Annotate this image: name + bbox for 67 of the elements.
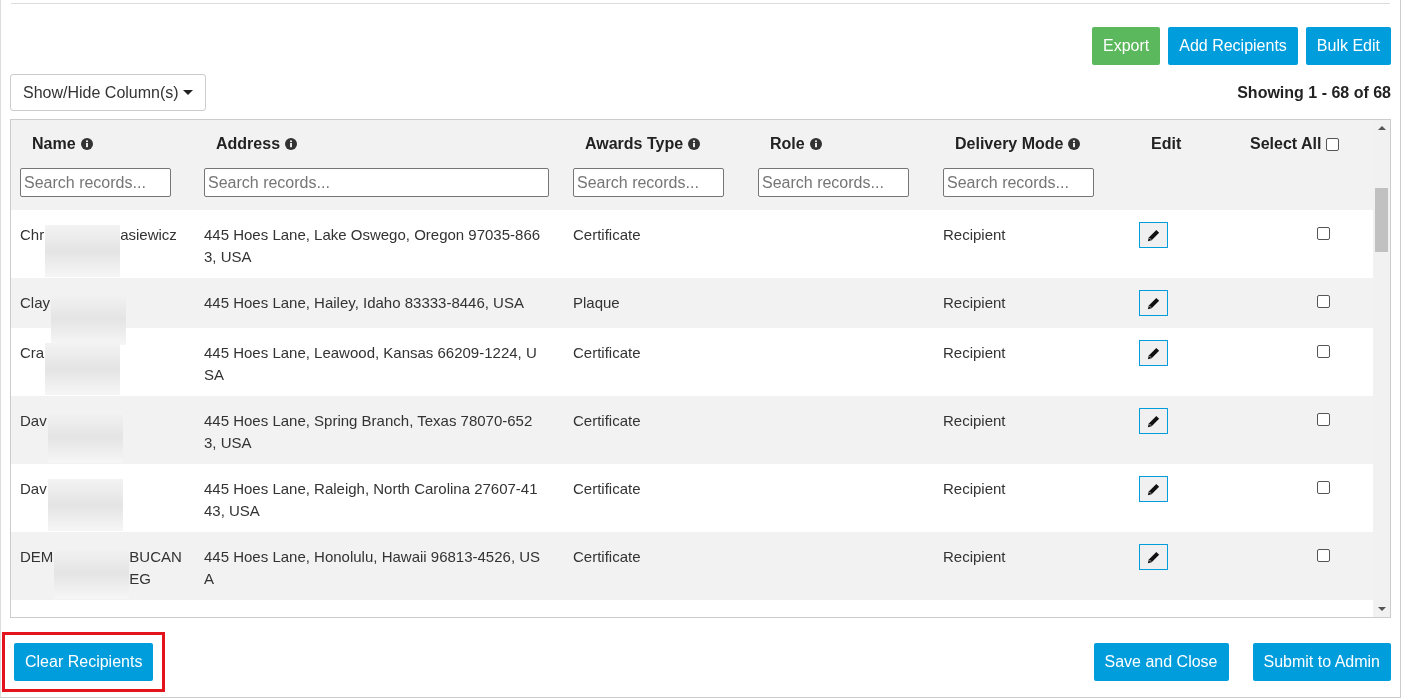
table-cell-text: 445 Hoes Lane, Spring Branch, Texas 78070-6523, USA [204, 411, 534, 453]
table-cell: Recipient [943, 412, 1006, 429]
column-header: Select All [1250, 135, 1322, 153]
column-toggle-button[interactable]: Show/Hide Column(s) [10, 74, 206, 111]
footer-button[interactable]: Submit to Admin [1252, 643, 1391, 681]
table-cell-text: 445 Hoes Lane, Lake Oswego, Oregon 97035-8663, USA [204, 225, 542, 267]
column-header: Name [32, 135, 76, 153]
table-cell-text: Dav [20, 411, 47, 431]
table-cell: Certificate [573, 344, 641, 361]
table-cell: Recipient [943, 226, 1006, 243]
column-header: Address [216, 135, 281, 153]
table-cell-text: BUCANEG [129, 547, 183, 589]
table-cell-text: Clay [20, 293, 50, 313]
edit-button[interactable] [1139, 476, 1168, 502]
table-cell: Recipient [943, 480, 1006, 497]
table-cell-text: DEM [20, 547, 54, 567]
pencil-icon [1146, 413, 1161, 429]
row-checkbox[interactable] [1317, 345, 1330, 358]
table-cell-text: Chr [20, 225, 45, 245]
table-cell: Certificate [573, 226, 641, 243]
table-cell: Certificate [573, 548, 641, 565]
pencil-icon [1146, 345, 1161, 361]
table-cell-text: Dav [20, 479, 47, 499]
column-header: Role [770, 135, 805, 153]
row-checkbox[interactable] [1317, 295, 1330, 308]
table-cell-text: 445 Hoes Lane, Leawood, Kansas 66209-1224, USA [204, 343, 538, 385]
search-field[interactable]: Search records... [20, 168, 171, 197]
search-field[interactable]: Search records... [573, 168, 724, 197]
toolbar-button[interactable]: Export [1092, 27, 1161, 65]
table-cell-text: 445 Hoes Lane, Hailey, Idaho 83333-8446, USA [204, 293, 525, 313]
row-checkbox[interactable] [1317, 481, 1330, 494]
table-cell-text: Cra [20, 343, 45, 363]
row-checkbox[interactable] [1317, 227, 1330, 240]
pencil-icon [1146, 295, 1161, 311]
edit-button[interactable] [1139, 290, 1168, 316]
table-cell: Recipient [943, 344, 1006, 361]
edit-button[interactable] [1139, 222, 1168, 248]
pencil-icon [1146, 481, 1161, 497]
table-cell: Certificate [573, 480, 641, 497]
toolbar-button[interactable]: Bulk Edit [1305, 27, 1391, 65]
clear-recipients-button[interactable]: Clear Recipients [14, 643, 154, 681]
edit-button[interactable] [1139, 544, 1168, 570]
table-cell-text: 445 Hoes Lane, Raleigh, North Carolina 27607-4143, USA [204, 479, 539, 521]
table-cell-text: 445 Hoes Lane, Honolulu, Hawaii 96813-4526, USA [204, 547, 542, 589]
footer-button[interactable]: Save and Close [1093, 643, 1229, 681]
column-header: Delivery Mode [955, 135, 1064, 153]
row-checkbox[interactable] [1317, 549, 1330, 562]
column-header: Awards Type [585, 135, 684, 153]
edit-button[interactable] [1139, 340, 1168, 366]
pencil-icon [1146, 227, 1161, 243]
search-field[interactable]: Search records... [758, 168, 909, 197]
table-cell: Certificate [573, 412, 641, 429]
search-field[interactable]: Search records... [943, 168, 1094, 197]
record-count: Showing 1 - 68 of 68 [1237, 83, 1391, 102]
toolbar-button[interactable]: Add Recipients [1168, 27, 1298, 65]
search-field[interactable]: Search records... [204, 168, 549, 197]
edit-button[interactable] [1139, 408, 1168, 434]
row-checkbox[interactable] [1317, 413, 1330, 426]
scrollbar[interactable] [1373, 120, 1390, 617]
table-cell: Recipient [943, 548, 1006, 565]
caret-icon [182, 90, 193, 95]
select-all-checkbox[interactable] [1326, 137, 1340, 151]
table-cell-text: asiewicz [120, 225, 178, 245]
pencil-icon [1146, 549, 1161, 565]
table-cell: Recipient [943, 294, 1006, 311]
table-cell: Plaque [573, 294, 620, 311]
column-header: Edit [1151, 135, 1182, 153]
